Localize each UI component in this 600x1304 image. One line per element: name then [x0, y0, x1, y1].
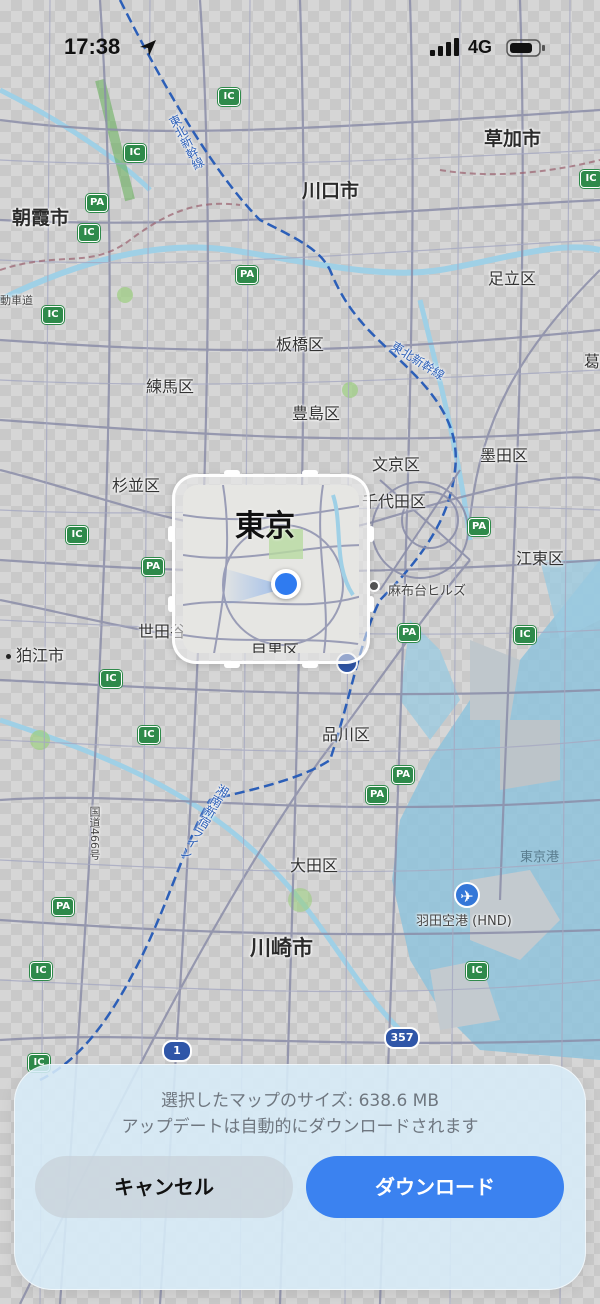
pa-badge[interactable]: PA	[86, 194, 109, 212]
label-komae: 狛江市	[16, 646, 65, 665]
ic-badge[interactable]: IC	[580, 170, 600, 188]
location-arrow-icon	[140, 40, 156, 56]
label-suginami: 杉並区	[112, 476, 161, 495]
resize-handle-top[interactable]	[302, 470, 318, 476]
ic-badge[interactable]: IC	[42, 306, 64, 324]
ic-badge[interactable]: IC	[78, 224, 100, 242]
ic-badge[interactable]: IC	[100, 670, 122, 688]
pa-badge[interactable]: PA	[398, 624, 421, 642]
map-screen: 草加市 川口市 朝霞市 足立区 板橋区 練馬区 豊島区 文京区 墨田区 杉並区 …	[0, 0, 600, 1304]
label-shinagawa: 品川区	[322, 725, 371, 744]
label-tokyo-port: 東京港	[520, 850, 560, 865]
label-koto: 江東区	[516, 549, 565, 568]
status-bar: 17:38 4G	[0, 0, 600, 96]
resize-handle-left[interactable]	[168, 596, 174, 612]
selected-map-preview: 東京 目黒区	[183, 485, 359, 653]
label-nerima: 練馬区	[146, 377, 195, 396]
battery-icon	[506, 39, 545, 57]
download-area-selector[interactable]: 東京 目黒区	[172, 474, 370, 664]
pa-badge[interactable]: PA	[366, 786, 389, 804]
resize-handle-bottom[interactable]	[302, 662, 318, 668]
status-time: 17:38	[64, 34, 121, 59]
selected-city-label: 東京	[235, 509, 295, 544]
selected-ward-label: 目黒区	[251, 641, 300, 653]
ic-badge[interactable]: IC	[30, 962, 52, 980]
cancel-button[interactable]: キャンセル	[35, 1156, 293, 1218]
route-357-shield: 357	[384, 1027, 420, 1049]
airport-icon[interactable]: ✈	[454, 882, 480, 908]
auto-update-text: アップデートは自動的にダウンロードされます	[121, 1117, 479, 1137]
label-toshima: 豊島区	[292, 404, 341, 423]
resize-handle-left[interactable]	[168, 526, 174, 542]
label-edge-katsushika: 葛	[584, 352, 600, 371]
download-sheet: 選択したマップのサイズ: 638.6 MB アップデートは自動的にダウンロードさ…	[14, 1064, 586, 1290]
label-kawasaki: 川崎市	[250, 936, 313, 960]
resize-handle-right[interactable]	[368, 596, 374, 612]
resize-handle-top[interactable]	[224, 470, 240, 476]
label-adachi: 足立区	[488, 269, 537, 288]
label-soka: 草加市	[484, 128, 542, 150]
ic-badge[interactable]: IC	[66, 526, 88, 544]
label-edge-road: 動車道	[0, 294, 33, 307]
label-haneda: 羽田空港 (HND)	[416, 914, 512, 929]
label-kawaguchi: 川口市	[302, 180, 360, 202]
ic-badge[interactable]: IC	[514, 626, 536, 644]
ic-badge[interactable]: IC	[124, 144, 146, 162]
ic-badge[interactable]: IC	[138, 726, 160, 744]
label-kokudo-466: 国道466号	[88, 806, 101, 860]
pa-badge[interactable]: PA	[236, 266, 259, 284]
pa-badge[interactable]: PA	[142, 558, 165, 576]
cellular-signal-icon	[430, 38, 459, 56]
resize-handle-bottom[interactable]	[224, 662, 240, 668]
route-1-shield: 1	[162, 1040, 192, 1062]
label-ota: 大田区	[290, 856, 339, 875]
pa-badge[interactable]: PA	[52, 898, 75, 916]
label-itabashi: 板橋区	[276, 335, 325, 354]
ic-badge[interactable]: IC	[466, 962, 488, 980]
resize-handle-right[interactable]	[368, 526, 374, 542]
komae-marker	[6, 654, 11, 659]
network-type: 4G	[468, 37, 493, 57]
label-sumida: 墨田区	[480, 446, 529, 465]
label-azabudai: 麻布台ヒルズ	[388, 584, 467, 599]
label-asaka: 朝霞市	[12, 207, 70, 229]
label-bunkyo: 文京区	[372, 455, 421, 474]
pa-badge[interactable]: PA	[468, 518, 491, 536]
download-button[interactable]: ダウンロード	[306, 1156, 564, 1218]
map-size-text: 選択したマップのサイズ: 638.6 MB	[160, 1091, 440, 1111]
pa-badge[interactable]: PA	[392, 766, 415, 784]
current-location-dot	[271, 569, 301, 599]
label-chiyoda: 千代田区	[362, 492, 427, 511]
